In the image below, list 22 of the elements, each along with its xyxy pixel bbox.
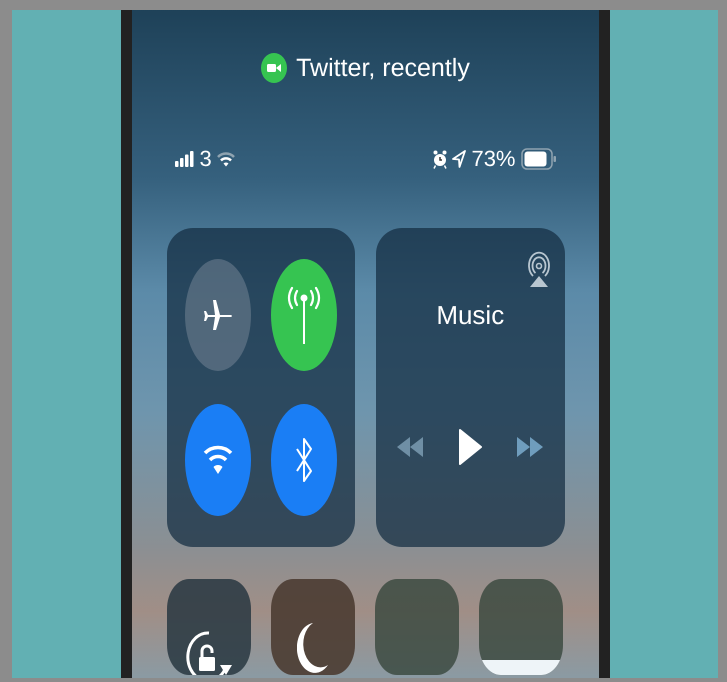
antenna-icon [286, 284, 322, 346]
battery-icon [520, 148, 556, 170]
do-not-disturb-tile[interactable] [270, 579, 354, 675]
airplay-icon[interactable] [526, 250, 550, 288]
location-arrow-icon [452, 150, 466, 168]
notification-text: Twitter, recently [296, 54, 470, 82]
wifi-icon [216, 151, 235, 167]
rotation-lock-tile[interactable] [166, 579, 250, 675]
play-icon[interactable] [458, 428, 482, 466]
signal-icon [174, 151, 194, 167]
slider-tile[interactable] [374, 579, 458, 675]
rewind-icon[interactable] [396, 434, 424, 460]
alarm-clock-icon [433, 149, 448, 169]
airplane-icon [202, 298, 232, 332]
battery-percentage: 73% [471, 146, 516, 172]
slider-tile[interactable] [478, 579, 562, 675]
crescent-moon-icon [296, 621, 328, 673]
bluetooth-icon [294, 435, 314, 485]
carrier-text: 3 [200, 146, 212, 172]
fast-forward-icon[interactable] [516, 434, 544, 460]
music-title: Music [436, 300, 504, 331]
video-camera-icon [261, 53, 288, 83]
